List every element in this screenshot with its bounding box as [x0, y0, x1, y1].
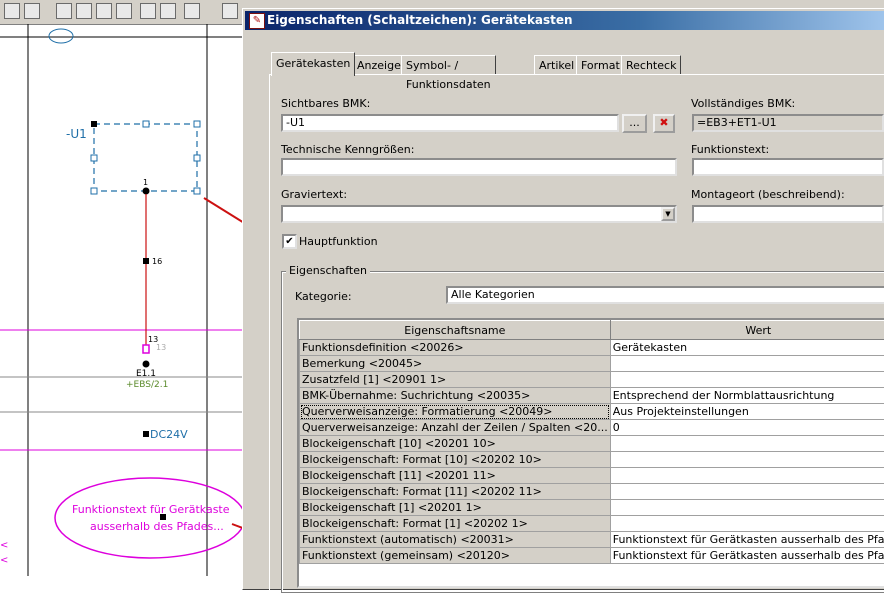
tab-artikel[interactable]: Artikel: [534, 55, 579, 75]
edge-glyph: <: [0, 540, 8, 551]
app-icon: ✎: [249, 13, 265, 29]
property-name[interactable]: Funktionsdefinition <20026>: [300, 340, 611, 356]
table-row[interactable]: Funktionstext (automatisch) <20031>Funkt…: [300, 532, 884, 548]
funktionstext-label: Funktionstext:: [691, 143, 769, 156]
graviertext-combo[interactable]: ▼: [281, 205, 677, 223]
montageort-input[interactable]: [692, 205, 884, 223]
kategorie-combo[interactable]: Alle Kategorien: [446, 286, 884, 304]
property-value[interactable]: [610, 436, 884, 452]
property-name[interactable]: Querverweisanzeige: Anzahl der Zeilen / …: [300, 420, 611, 436]
property-name[interactable]: Funktionstext (automatisch) <20031>: [300, 532, 611, 548]
connection-label: 16: [152, 257, 162, 266]
table-row[interactable]: Blockeigenschaft: Format [1] <20202 1>: [300, 516, 884, 532]
property-name[interactable]: Bemerkung <20045>: [300, 356, 611, 372]
browse-button[interactable]: ...: [622, 114, 647, 133]
tab-geraetekasten[interactable]: Gerätekasten: [271, 52, 355, 76]
tab-symbol-funktionsdaten[interactable]: Symbol- / Funktionsdaten: [401, 55, 496, 75]
table-row[interactable]: Querverweisanzeige: Anzahl der Zeilen / …: [300, 420, 884, 436]
table-row[interactable]: Bemerkung <20045>: [300, 356, 884, 372]
property-name[interactable]: Blockeigenschaft: Format [11] <20202 11>: [300, 484, 611, 500]
vollstaendiges-bmk-field[interactable]: =EB3+ET1-U1: [692, 114, 884, 132]
property-name[interactable]: Blockeigenschaft [11] <20201 11>: [300, 468, 611, 484]
graviertext-label: Graviertext:: [281, 188, 347, 201]
technische-kenngroessen-input[interactable]: [281, 158, 677, 176]
tab-anzeige[interactable]: Anzeige: [352, 55, 406, 75]
property-name[interactable]: Zusatzfeld [1] <20901 1>: [300, 372, 611, 388]
dialog-titlebar[interactable]: ✎ Eigenschaften (Schaltzeichen): Gerätek…: [245, 11, 884, 30]
ellipse-text-line2: ausserhalb des Pfades...: [90, 520, 224, 533]
table-row[interactable]: Blockeigenschaft [1] <20201 1>: [300, 500, 884, 516]
property-value[interactable]: [610, 468, 884, 484]
eigenschaften-group-title: Eigenschaften: [286, 264, 370, 277]
property-value[interactable]: Gerätekasten: [610, 340, 884, 356]
table-row[interactable]: Blockeigenschaft: Format [10] <20202 10>: [300, 452, 884, 468]
device-reference: +EBS/2.1: [126, 380, 168, 390]
property-value[interactable]: [610, 372, 884, 388]
table-row[interactable]: Funktionstext (gemeinsam) <20120>Funktio…: [300, 548, 884, 564]
property-value[interactable]: [610, 452, 884, 468]
dc-label: DC24V: [150, 428, 188, 441]
table-row[interactable]: BMK-Übernahme: Suchrichtung <20035>Entsp…: [300, 388, 884, 404]
property-name[interactable]: BMK-Übernahme: Suchrichtung <20035>: [300, 388, 611, 404]
property-name[interactable]: Blockeigenschaft: Format [1] <20202 1>: [300, 516, 611, 532]
montageort-label: Montageort (beschreibend):: [691, 188, 845, 201]
property-name[interactable]: Querverweisanzeige: Formatierung <20049>: [300, 404, 611, 420]
kategorie-label: Kategorie:: [295, 290, 352, 303]
property-value[interactable]: Aus Projekteinstellungen: [610, 404, 884, 420]
grid-header-name[interactable]: Eigenschaftsname: [300, 321, 611, 340]
table-row[interactable]: Funktionsdefinition <20026>Gerätekasten: [300, 340, 884, 356]
sichtbares-bmk-input[interactable]: -U1: [281, 114, 619, 132]
property-value[interactable]: Funktionstext für Gerätkasten ausserhalb…: [610, 548, 884, 564]
dialog-title: Eigenschaften (Schaltzeichen): Gerätekas…: [267, 11, 573, 30]
vollstaendiges-bmk-label: Vollständiges BMK:: [691, 97, 795, 110]
pin-number-ghost: 13: [156, 343, 166, 352]
table-row[interactable]: Blockeigenschaft [11] <20201 11>: [300, 468, 884, 484]
chevron-down-icon[interactable]: ▼: [661, 207, 675, 221]
property-value[interactable]: Funktionstext für Gerätkasten ausserhalb…: [610, 532, 884, 548]
hauptfunktion-checkbox[interactable]: ✔: [282, 234, 297, 249]
property-name[interactable]: Blockeigenschaft: Format [10] <20202 10>: [300, 452, 611, 468]
tab-rechteck[interactable]: Rechteck: [621, 55, 681, 75]
property-name[interactable]: Blockeigenschaft [1] <20201 1>: [300, 500, 611, 516]
pin-number: 1: [143, 178, 148, 187]
bmk-label: -U1: [66, 127, 87, 141]
table-row[interactable]: Querverweisanzeige: Formatierung <20049>…: [300, 404, 884, 420]
table-row[interactable]: Blockeigenschaft: Format [11] <20202 11>: [300, 484, 884, 500]
property-value[interactable]: [610, 356, 884, 372]
sichtbares-bmk-label: Sichtbares BMK:: [281, 97, 370, 110]
delete-icon[interactable]: ✖: [653, 114, 675, 133]
property-value[interactable]: [610, 516, 884, 532]
property-value[interactable]: [610, 500, 884, 516]
table-row[interactable]: Blockeigenschaft [10] <20201 10>: [300, 436, 884, 452]
property-value[interactable]: [610, 484, 884, 500]
edge-glyph: <: [0, 555, 8, 566]
property-name[interactable]: Blockeigenschaft [10] <20201 10>: [300, 436, 611, 452]
device-label: E1.1: [136, 369, 156, 379]
technische-kenngroessen-label: Technische Kenngrößen:: [281, 143, 414, 156]
grid-header-value[interactable]: Wert: [610, 321, 884, 340]
tab-format[interactable]: Format: [576, 55, 625, 75]
property-name[interactable]: Funktionstext (gemeinsam) <20120>: [300, 548, 611, 564]
hauptfunktion-label: Hauptfunktion: [299, 235, 378, 248]
property-value[interactable]: Entsprechend der Normblattausrichtung: [610, 388, 884, 404]
ellipse-text-line1: Funktionstext für Gerätkaste: [72, 503, 230, 516]
properties-grid[interactable]: Eigenschaftsname Wert Funktionsdefinitio…: [297, 318, 884, 588]
table-row[interactable]: Zusatzfeld [1] <20901 1>: [300, 372, 884, 388]
funktionstext-input[interactable]: [692, 158, 884, 176]
property-value[interactable]: 0: [610, 420, 884, 436]
